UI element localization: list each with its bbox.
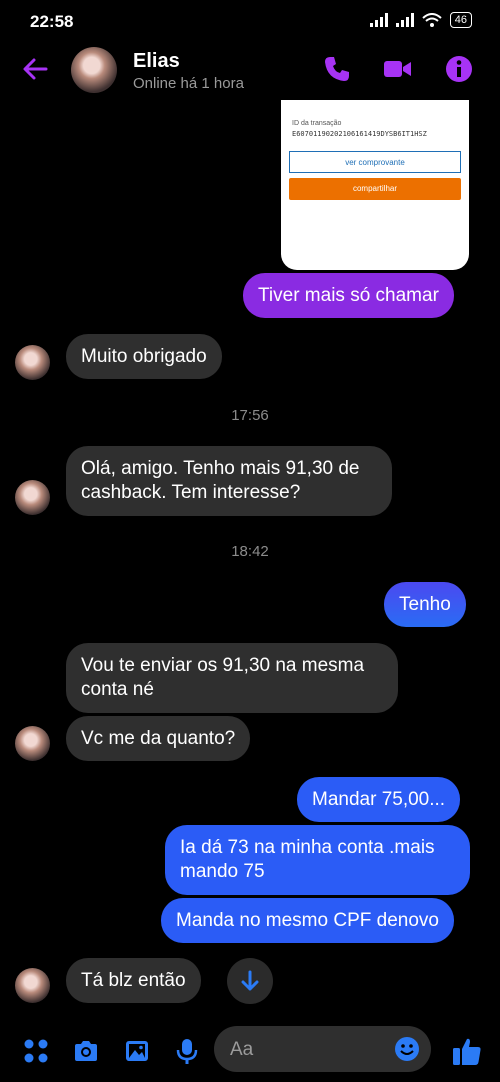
scroll-to-bottom-button[interactable] xyxy=(227,958,273,1004)
contact-avatar[interactable] xyxy=(71,47,117,93)
view-receipt-button[interactable]: ver comprovante xyxy=(289,151,461,173)
gallery-icon[interactable] xyxy=(123,1037,151,1065)
contact-name[interactable]: Elias xyxy=(133,50,180,73)
wifi-icon xyxy=(422,12,442,27)
timestamp: 18:42 xyxy=(231,543,269,560)
like-thumbs-up-icon[interactable] xyxy=(451,1035,483,1067)
message-incoming[interactable]: Tá blz então xyxy=(66,958,201,1003)
phone-call-icon[interactable] xyxy=(322,54,352,84)
receipt-id-label: ID da transação xyxy=(292,120,342,127)
sender-avatar[interactable] xyxy=(15,345,50,380)
battery-icon: 46 xyxy=(449,12,472,28)
message-outgoing[interactable]: Manda no mesmo CPF denovo xyxy=(161,898,454,943)
status-time: 22:58 xyxy=(30,12,74,31)
share-receipt-button[interactable]: compartilhar xyxy=(289,178,461,200)
sender-avatar[interactable] xyxy=(15,968,50,1003)
status-icons: 46 xyxy=(369,12,472,28)
video-call-icon[interactable] xyxy=(382,54,412,84)
apps-grid-icon[interactable] xyxy=(22,1037,50,1065)
message-outgoing[interactable]: Mandar 75,00... xyxy=(297,777,461,822)
message-input[interactable] xyxy=(228,1034,392,1066)
message-incoming[interactable]: Muito obrigado xyxy=(66,334,222,379)
presence-status: Online há 1 hora xyxy=(133,75,244,92)
message-incoming[interactable]: Vc me da quanto? xyxy=(66,716,251,761)
timestamp: 17:56 xyxy=(231,407,269,424)
receipt-transaction-id: E60701190202106161419DYSB6IT1HSZ xyxy=(292,130,427,138)
chat-header: Elias Online há 1 hora xyxy=(0,42,500,98)
message-incoming[interactable]: Vou te enviar os 91,30 na mesma conta né xyxy=(66,643,398,713)
arrow-down-icon xyxy=(241,970,259,991)
back-arrow-icon[interactable] xyxy=(20,54,50,84)
sender-avatar[interactable] xyxy=(15,480,50,515)
receipt-image[interactable]: ID da transação E60701190202106161419DYS… xyxy=(281,100,469,270)
emoji-icon[interactable] xyxy=(394,1036,420,1062)
message-composer[interactable] xyxy=(214,1026,431,1072)
status-bar: 22:58 46 xyxy=(0,0,500,42)
message-outgoing[interactable]: Tiver mais só chamar xyxy=(243,273,454,318)
microphone-icon[interactable] xyxy=(173,1037,201,1065)
message-outgoing[interactable]: Ia dá 73 na minha conta .mais mando 75 xyxy=(165,825,470,895)
signal-icon-2 xyxy=(395,13,414,27)
info-icon[interactable] xyxy=(444,54,474,84)
camera-icon[interactable] xyxy=(72,1037,100,1065)
sender-avatar[interactable] xyxy=(15,726,50,761)
signal-icon xyxy=(369,13,388,27)
message-outgoing[interactable]: Tenho xyxy=(384,582,466,627)
message-incoming[interactable]: Olá, amigo. Tenho mais 91,30 de cashback… xyxy=(66,446,392,516)
